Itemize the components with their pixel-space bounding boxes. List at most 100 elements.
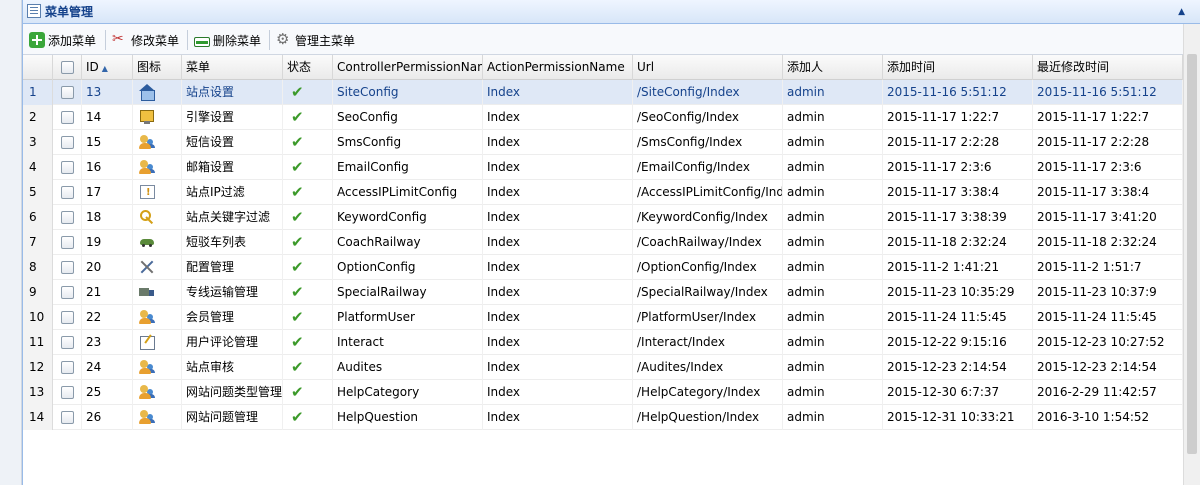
row-select-cell[interactable] <box>53 105 82 130</box>
checkmark-icon: ✔ <box>291 183 304 201</box>
header-creator[interactable]: 添加人 <box>783 55 883 80</box>
row-checkbox[interactable] <box>61 336 74 349</box>
add-menu-label: 添加菜单 <box>48 33 97 48</box>
row-action: Index <box>483 380 633 405</box>
add-icon <box>29 32 45 48</box>
table-row[interactable]: 2 ✔ 14 引擎设置 SeoConfig Index/SeoConfig/Index ad… <box>23 105 1183 130</box>
row-select-cell[interactable] <box>53 155 82 180</box>
header-modified[interactable]: 最近修改时间 <box>1033 55 1183 80</box>
note-icon <box>139 334 155 350</box>
manage-main-menu-button[interactable]: 管理主菜单 <box>276 30 355 50</box>
edit-menu-button[interactable]: 修改菜单 <box>112 30 179 50</box>
row-checkbox[interactable] <box>61 286 74 299</box>
row-modified: 2015-11-24 11:5:45 <box>1033 305 1183 330</box>
row-select-cell[interactable] <box>53 180 82 205</box>
row-checkbox[interactable] <box>61 361 74 374</box>
table-row[interactable]: 3 ✔ 15 短信设置 SmsConfig Index/SmsConfig/Index ad… <box>23 130 1183 155</box>
table-row[interactable]: 7 ✔ 19 短驳车列表 CoachRailway Index/CoachRailway/… <box>23 230 1183 255</box>
row-controller: SiteConfig <box>333 80 483 105</box>
header-select-all[interactable] <box>53 55 82 80</box>
row-url: /PlatformUser/Index <box>633 305 783 330</box>
row-modified: 2015-11-23 10:37:9 <box>1033 280 1183 305</box>
header-action[interactable]: ActionPermissionName <box>483 55 633 80</box>
table-row[interactable]: 5 ✔ 17 站点IP过滤 AccessIPLimitConfigIndex/Acces… <box>23 180 1183 205</box>
row-controller: EmailConfig <box>333 155 483 180</box>
select-all-checkbox[interactable] <box>61 61 74 74</box>
row-action: Index <box>483 205 633 230</box>
row-checkbox[interactable] <box>61 211 74 224</box>
row-checkbox[interactable] <box>61 311 74 324</box>
row-select-cell[interactable] <box>53 255 82 280</box>
row-creator: admin <box>783 230 883 255</box>
header-created[interactable]: 添加时间 <box>883 55 1033 80</box>
header-icon[interactable]: 图标 <box>133 55 182 80</box>
row-select-cell[interactable] <box>53 80 82 105</box>
row-checkbox[interactable] <box>61 136 74 149</box>
users-icon <box>139 134 155 150</box>
header-id[interactable]: ID ▲ <box>82 55 133 80</box>
row-select-cell[interactable] <box>53 305 82 330</box>
row-id: 21 <box>82 280 133 305</box>
table-row[interactable]: 10 ✔ 22 会员管理 PlatformUser Index/PlatformUser/… <box>23 305 1183 330</box>
collapse-icon[interactable]: ▲ <box>1178 4 1185 20</box>
delete-menu-button[interactable]: 删除菜单 <box>194 30 261 50</box>
row-checkbox[interactable] <box>61 186 74 199</box>
table-row[interactable]: 14 ✔ 26 网站问题管理 HelpQuestion Index/HelpQuestio… <box>23 405 1183 430</box>
row-modified: 2016-3-10 1:54:52 <box>1033 405 1183 430</box>
table-row[interactable]: 6 ✔ 18 站点关键字过滤 KeywordConfig Index/KeywordCon… <box>23 205 1183 230</box>
row-url: /HelpCategory/Index <box>633 380 783 405</box>
row-select-cell[interactable] <box>53 330 82 355</box>
row-menu: 短驳车列表 <box>182 230 283 255</box>
table-row[interactable]: 8 ✔ 20 配置管理 OptionConfig Index/OptionConfig/I… <box>23 255 1183 280</box>
row-id: 22 <box>82 305 133 330</box>
checkmark-icon: ✔ <box>291 83 304 101</box>
row-checkbox[interactable] <box>61 261 74 274</box>
table-row[interactable]: 4 ✔ 16 邮箱设置 EmailConfig Index/EmailConfig/Ind… <box>23 155 1183 180</box>
header-action-label: ActionPermissionName <box>487 60 625 74</box>
row-status-cell: ✔ <box>283 305 333 330</box>
table-row[interactable]: 13 ✔ 25 网站问题类型管理 HelpCategory Index/HelpCateg… <box>23 380 1183 405</box>
row-created: 2015-12-23 2:14:54 <box>883 355 1033 380</box>
row-select-cell[interactable] <box>53 280 82 305</box>
row-modified: 2015-12-23 10:27:52 <box>1033 330 1183 355</box>
row-action: Index <box>483 330 633 355</box>
row-select-cell[interactable] <box>53 405 82 430</box>
header-status[interactable]: 状态 <box>283 55 333 80</box>
row-select-cell[interactable] <box>53 130 82 155</box>
row-modified: 2015-11-17 3:38:4 <box>1033 180 1183 205</box>
row-checkbox[interactable] <box>61 161 74 174</box>
row-checkbox[interactable] <box>61 86 74 99</box>
table-row[interactable]: 12 ✔ 24 站点审核 Audites Index/Audites/Index admin… <box>23 355 1183 380</box>
row-select-cell[interactable] <box>53 380 82 405</box>
table-row[interactable]: 1 ✔ 13 站点设置 SiteConfig Index/SiteConfig/Index… <box>23 80 1183 105</box>
vertical-scrollbar[interactable] <box>1183 24 1200 485</box>
add-menu-button[interactable]: 添加菜单 <box>29 30 96 50</box>
row-checkbox[interactable] <box>61 111 74 124</box>
row-action: Index <box>483 105 633 130</box>
row-checkbox[interactable] <box>61 236 74 249</box>
checkmark-icon: ✔ <box>291 358 304 376</box>
header-controller[interactable]: ControllerPermissionName <box>333 55 483 80</box>
row-number: 11 <box>23 330 53 355</box>
outer-frame-left <box>0 0 22 485</box>
header-url[interactable]: Url <box>633 55 783 80</box>
row-select-cell[interactable] <box>53 205 82 230</box>
header-controller-label: ControllerPermissionName <box>337 60 483 74</box>
scrollbar-thumb[interactable] <box>1187 54 1197 454</box>
row-id: 26 <box>82 405 133 430</box>
row-select-cell[interactable] <box>53 355 82 380</box>
table-row[interactable]: 9 ✔ 21 专线运输管理 SpecialRailway Index/SpecialRai… <box>23 280 1183 305</box>
monitor-icon <box>139 109 155 125</box>
alert-icon <box>139 184 155 200</box>
table-row[interactable]: 11 ✔ 23 用户评论管理 Interact Index/Interact/Index a… <box>23 330 1183 355</box>
row-action: Index <box>483 280 633 305</box>
row-modified: 2016-2-29 11:42:57 <box>1033 380 1183 405</box>
row-checkbox[interactable] <box>61 411 74 424</box>
row-checkbox[interactable] <box>61 386 74 399</box>
row-url: /Audites/Index <box>633 355 783 380</box>
row-select-cell[interactable] <box>53 230 82 255</box>
row-number: 8 <box>23 255 53 280</box>
row-menu: 引擎设置 <box>182 105 283 130</box>
header-menu[interactable]: 菜单 <box>182 55 283 80</box>
row-action: Index <box>483 305 633 330</box>
